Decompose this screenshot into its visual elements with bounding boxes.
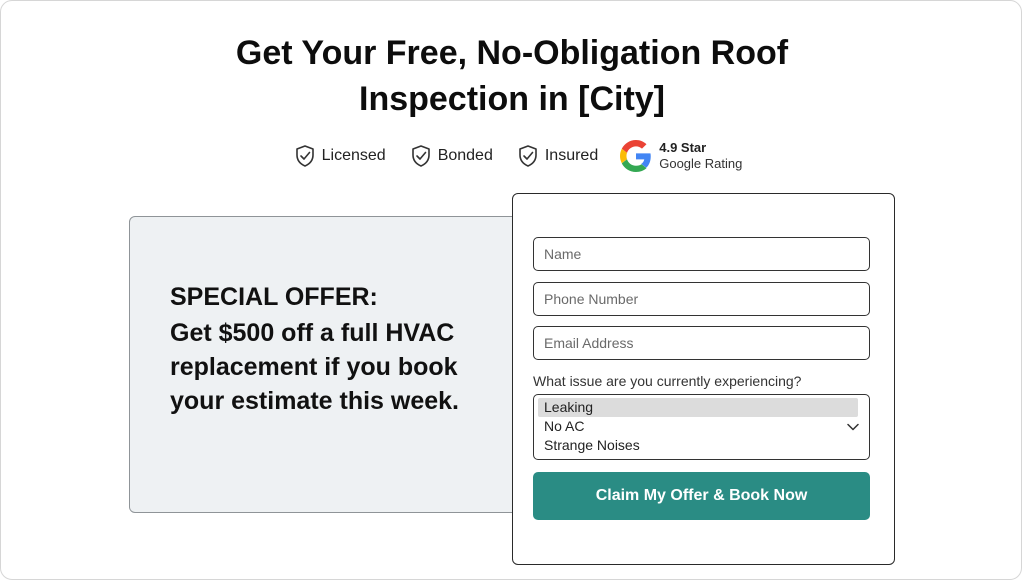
- google-rating: 4.9 Star Google Rating: [620, 140, 742, 172]
- google-g-icon: [620, 140, 651, 172]
- issue-option-strange-noises[interactable]: Strange Noises: [538, 436, 858, 455]
- issue-option-no-ac[interactable]: No AC: [538, 417, 858, 436]
- rating-label: Google Rating: [659, 156, 743, 171]
- trust-badge-bonded: Bonded: [410, 144, 493, 168]
- lead-form: What issue are you currently experiencin…: [512, 193, 895, 565]
- chevron-down-icon[interactable]: [847, 423, 859, 431]
- issue-question-label: What issue are you currently experiencin…: [533, 373, 802, 389]
- shield-check-icon: [295, 145, 314, 167]
- trust-badges: Licensed Bonded Insured 4.9 Star Google …: [0, 140, 1024, 172]
- rating-text: 4.9 Star Google Rating: [659, 140, 742, 172]
- claim-offer-button[interactable]: Claim My Offer & Book Now: [533, 472, 870, 520]
- shield-check-icon: [411, 145, 430, 167]
- offer-title: SPECIAL OFFER:: [170, 283, 378, 311]
- trust-badge-label: Bonded: [437, 147, 493, 164]
- shield-check-icon: [519, 145, 537, 167]
- issue-select[interactable]: Leaking No AC Strange Noises: [533, 394, 870, 460]
- name-field[interactable]: [533, 237, 870, 271]
- trust-badge-insured: Insured: [517, 144, 598, 168]
- trust-badge-label: Insured: [544, 147, 599, 164]
- page-title-line-1: Get Your Free, No-Obligation Roof: [235, 34, 789, 72]
- trust-badge-licensed: Licensed: [294, 144, 386, 168]
- issue-option-leaking[interactable]: Leaking: [538, 398, 858, 417]
- email-field[interactable]: [533, 326, 870, 360]
- special-offer-panel: SPECIAL OFFER: Get $500 off a full HVAC …: [129, 216, 529, 513]
- page-title: Get Your Free, No-Obligation Roof Inspec…: [0, 30, 1024, 122]
- phone-field[interactable]: [533, 282, 870, 316]
- rating-stars: 4.9 Star: [659, 140, 707, 155]
- trust-badge-label: Licensed: [321, 147, 386, 164]
- page-title-line-2: Inspection in [City]: [359, 80, 665, 118]
- offer-text: Get $500 off a full HVAC replacement if …: [170, 319, 460, 415]
